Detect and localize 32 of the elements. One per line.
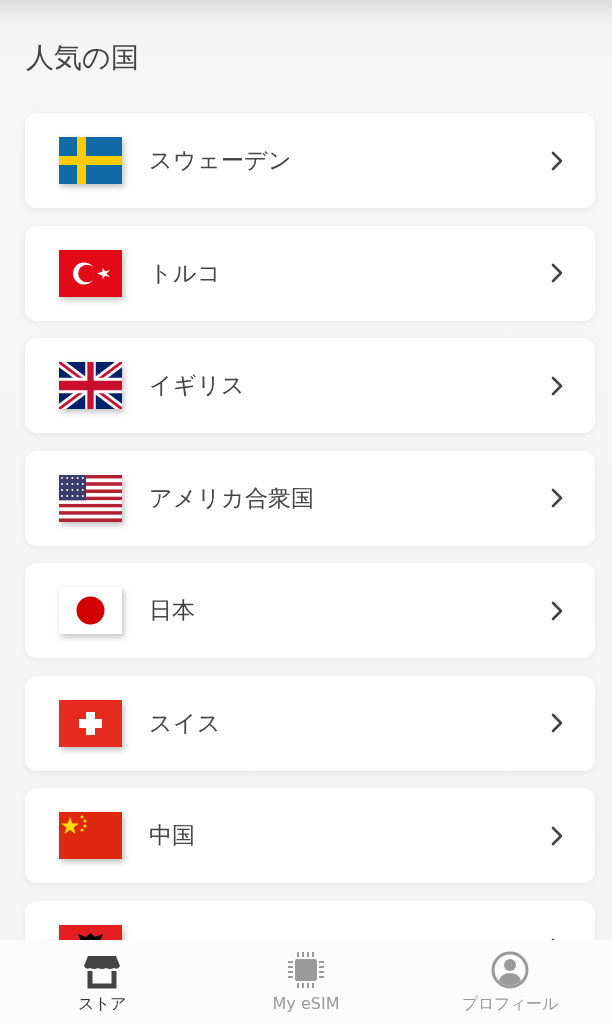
country-item[interactable]: スイス bbox=[25, 675, 595, 771]
country-name: スイス bbox=[149, 708, 222, 738]
flag-icon bbox=[59, 812, 122, 859]
country-name: 日本 bbox=[149, 596, 196, 625]
chevron-right-icon bbox=[551, 488, 563, 508]
country-item[interactable]: イギリス bbox=[25, 338, 595, 433]
country-item[interactable]: 中国 bbox=[25, 788, 595, 883]
country-item[interactable]: スウェーデン bbox=[25, 113, 595, 208]
flag-icon bbox=[59, 249, 122, 297]
flag-icon bbox=[59, 699, 122, 747]
flag-icon bbox=[59, 362, 122, 409]
flag-icon bbox=[59, 137, 122, 184]
country-item[interactable]: アメリカ合衆国 bbox=[25, 450, 595, 546]
chevron-right-icon bbox=[551, 263, 563, 283]
chevron-right-icon bbox=[551, 600, 563, 621]
country-item[interactable]: 日本 bbox=[25, 563, 595, 658]
profile-icon bbox=[490, 950, 530, 990]
chevron-right-icon bbox=[551, 375, 563, 396]
section-title: 人気の国 bbox=[25, 40, 140, 76]
chevron-right-icon bbox=[551, 713, 563, 733]
country-name: アメリカ合衆国 bbox=[149, 483, 315, 513]
chevron-right-icon bbox=[551, 150, 563, 171]
country-name: 中国 bbox=[149, 821, 196, 850]
flag-icon bbox=[59, 587, 122, 634]
country-name: イギリス bbox=[149, 371, 246, 400]
country-name: トルコ bbox=[149, 258, 222, 288]
flag-icon bbox=[59, 474, 122, 522]
country-name: スウェーデン bbox=[149, 146, 293, 175]
chevron-right-icon bbox=[551, 825, 563, 846]
nav-tab[interactable]: ストア bbox=[0, 940, 204, 1024]
country-item[interactable]: トルコ bbox=[25, 225, 595, 321]
chip-icon bbox=[286, 950, 326, 990]
